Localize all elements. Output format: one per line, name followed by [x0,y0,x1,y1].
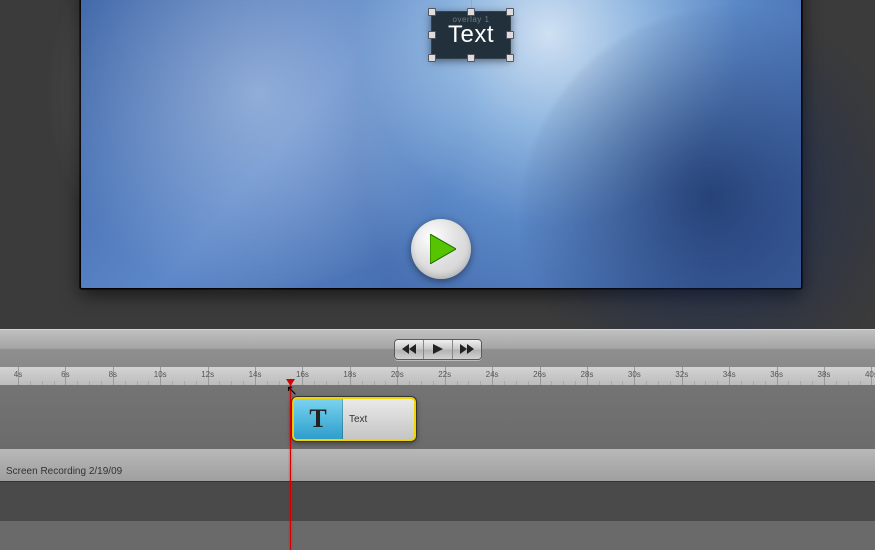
ruler-tick-label: 6s [61,370,69,379]
resize-handle-top-left[interactable] [428,8,436,16]
transport-controls [394,339,482,360]
preview-canvas[interactable]: overlay 1 Text [80,0,802,289]
ruler-tick-label: 36s [770,370,783,379]
resize-handle-top-right[interactable] [506,8,514,16]
bottom-gutter [0,521,875,550]
text-clip-icon-letter: T [309,404,326,434]
time-ruler[interactable]: 4s 6s 8s 10s 12s 14s 16s 18s 20s 22s 24s 26s 28s 30s 3… [0,367,875,386]
ruler-tick-label: 30s [628,370,641,379]
fast-forward-icon [460,344,474,354]
ruler-tick-label: 34s [723,370,736,379]
ruler-tick-label: 28s [580,370,593,379]
ruler-tick-label: 24s [486,370,499,379]
text-clip-thumbnail: T [294,399,343,439]
text-clip-label: Text [343,414,414,425]
text-overlay-label: Text [448,21,494,49]
ruler-tick-label: 32s [675,370,688,379]
play-button[interactable] [424,340,453,359]
playhead[interactable] [290,385,291,550]
resize-handle-bottom-right[interactable] [506,54,514,62]
video-track-label: Screen Recording 2/19/09 [6,466,122,477]
resize-handle-mid-bottom[interactable] [467,54,475,62]
ruler-tick-label: 12s [201,370,214,379]
canvas-play-button[interactable] [411,219,471,279]
overlay-caption: overlay 1 [453,15,490,24]
timeline-tracks: T Text Screen Recording 2/19/09 [0,385,875,550]
rotate-stick [471,0,472,8]
ruler-tick-label: 4s [14,370,22,379]
ruler-tick-label: 14s [249,370,262,379]
empty-track [0,481,875,523]
ruler-tick-label: 26s [533,370,546,379]
play-icon-small [433,344,443,354]
text-overlay[interactable]: overlay 1 Text [431,11,511,59]
ruler-tick-label: 40s [865,370,875,379]
resize-handle-mid-right[interactable] [506,31,514,39]
video-track[interactable]: Screen Recording 2/19/09 [0,449,875,482]
resize-handle-mid-left[interactable] [428,31,436,39]
video-editor-app: overlay 1 Text [0,0,875,550]
rewind-icon [402,344,416,354]
resize-handle-mid-top[interactable] [467,8,475,16]
ruler-tick-label: 8s [109,370,117,379]
rewind-button[interactable] [395,340,424,359]
ruler-tick-label: 20s [391,370,404,379]
resize-handle-bottom-left[interactable] [428,54,436,62]
ruler-tick-label: 16s [296,370,309,379]
transport-bar [0,329,875,369]
text-clip[interactable]: T Text [292,397,416,441]
ruler-tick-label: 22s [438,370,451,379]
ruler-tick-label: 10s [154,370,167,379]
annotations-track[interactable]: T Text [0,385,875,450]
ruler-tick-label: 18s [343,370,356,379]
ruler-tick-label: 38s [818,370,831,379]
play-icon [430,234,456,264]
preview-area: overlay 1 Text [0,0,875,329]
fast-forward-button[interactable] [453,340,481,359]
